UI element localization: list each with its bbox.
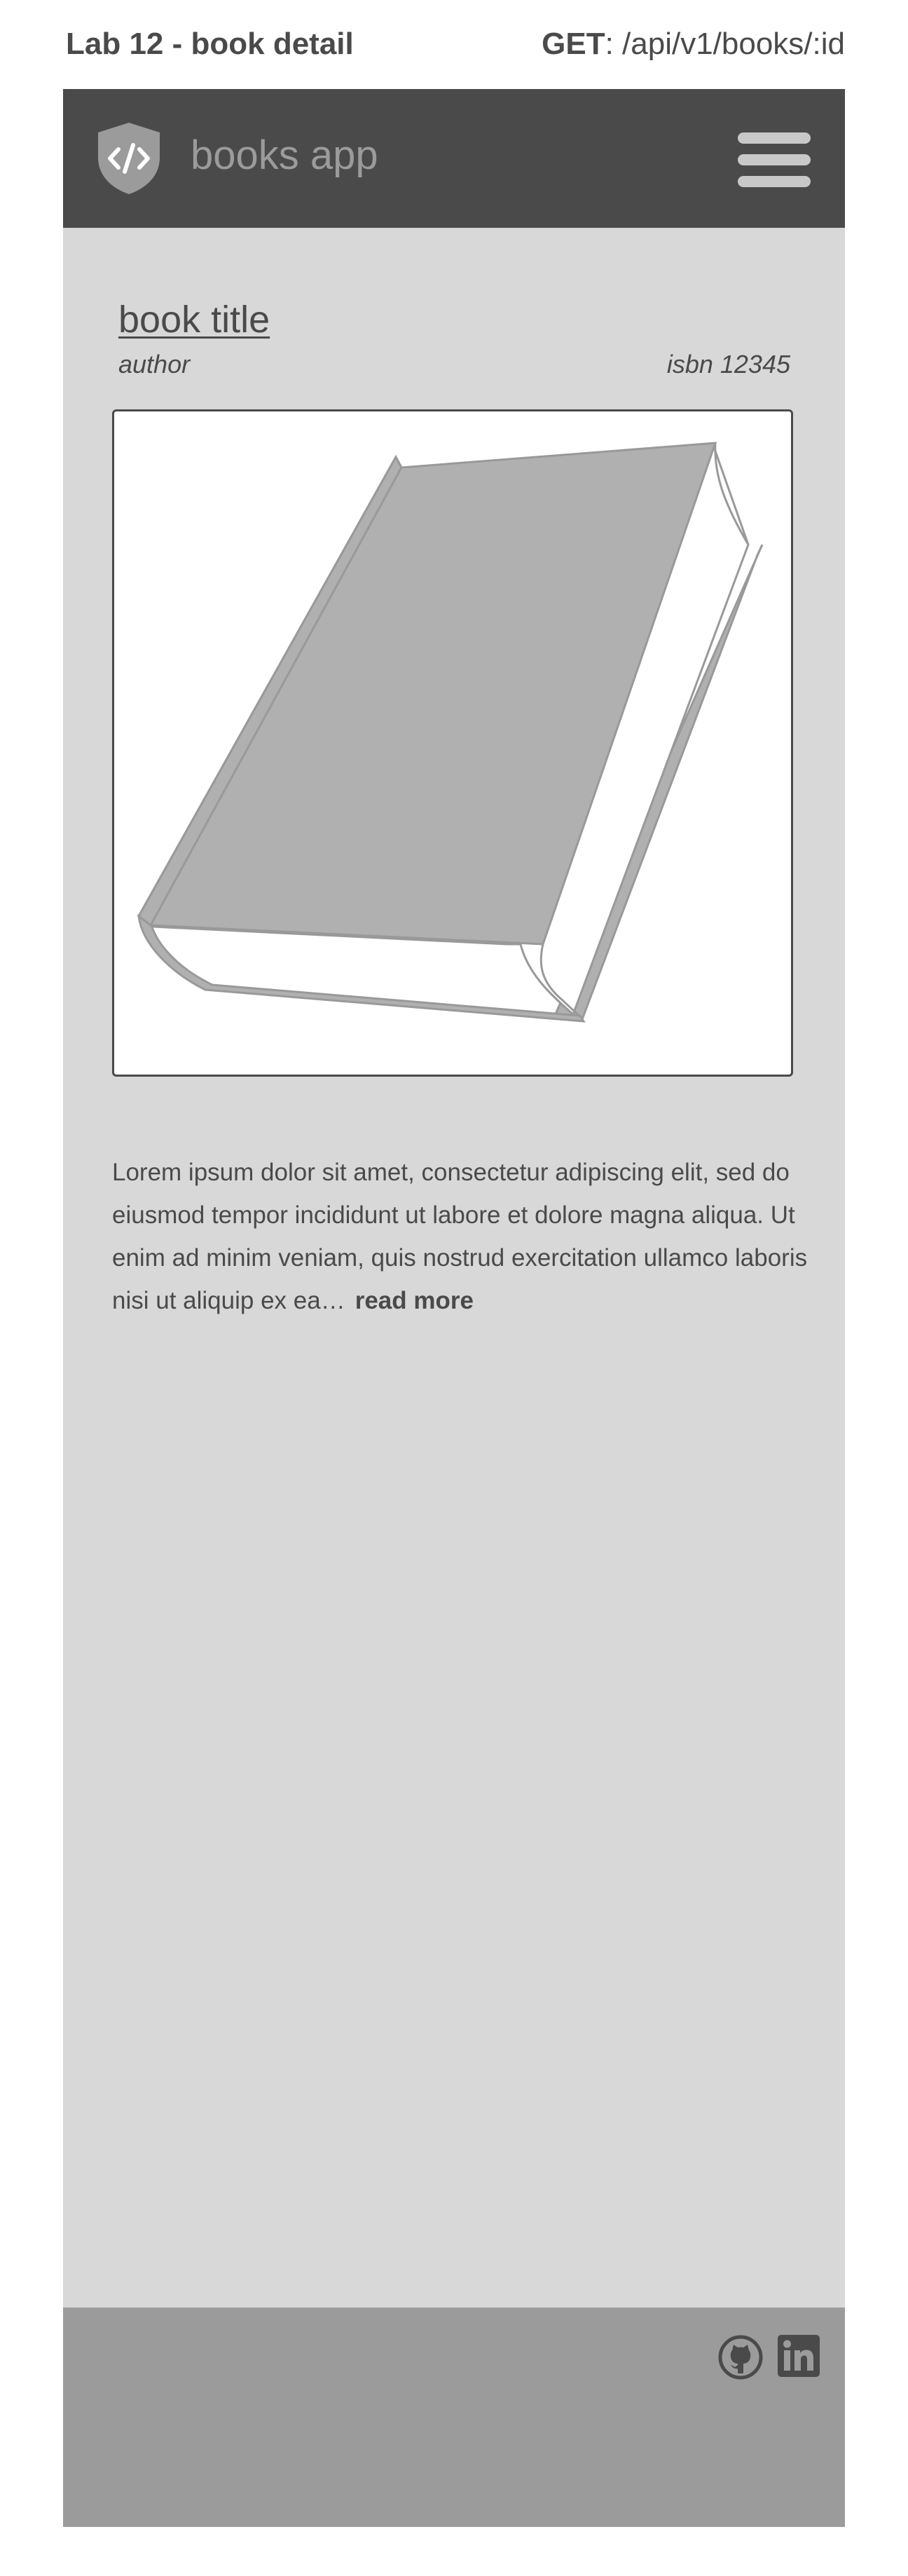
wireframe-title: Lab 12 - book detail [66, 27, 354, 61]
http-method: GET [542, 27, 605, 61]
hamburger-menu-icon[interactable] [738, 132, 811, 187]
github-icon[interactable] [718, 2335, 763, 2380]
read-more-link[interactable]: read more [355, 1287, 474, 1314]
linkedin-icon[interactable] [778, 2335, 820, 2377]
endpoint-annotation: GET: /api/v1/books/:id [542, 27, 845, 62]
app-header: books app [63, 89, 845, 228]
endpoint-path: /api/v1/books/:id [622, 27, 845, 61]
app-frame: books app book title author isbn 12345 L… [63, 89, 845, 2527]
book-illustration [137, 442, 764, 1023]
book-author: author [118, 350, 191, 379]
book-title[interactable]: book title [118, 298, 270, 341]
shield-code-icon[interactable] [95, 121, 163, 196]
book-isbn: isbn 12345 [666, 350, 790, 379]
app-footer [63, 2308, 845, 2527]
book-description: Lorem ipsum dolor sit amet, consectetur … [112, 1151, 820, 1322]
book-image [112, 409, 793, 1077]
app-name[interactable]: books app [191, 131, 378, 180]
method-separator: : [605, 27, 623, 61]
